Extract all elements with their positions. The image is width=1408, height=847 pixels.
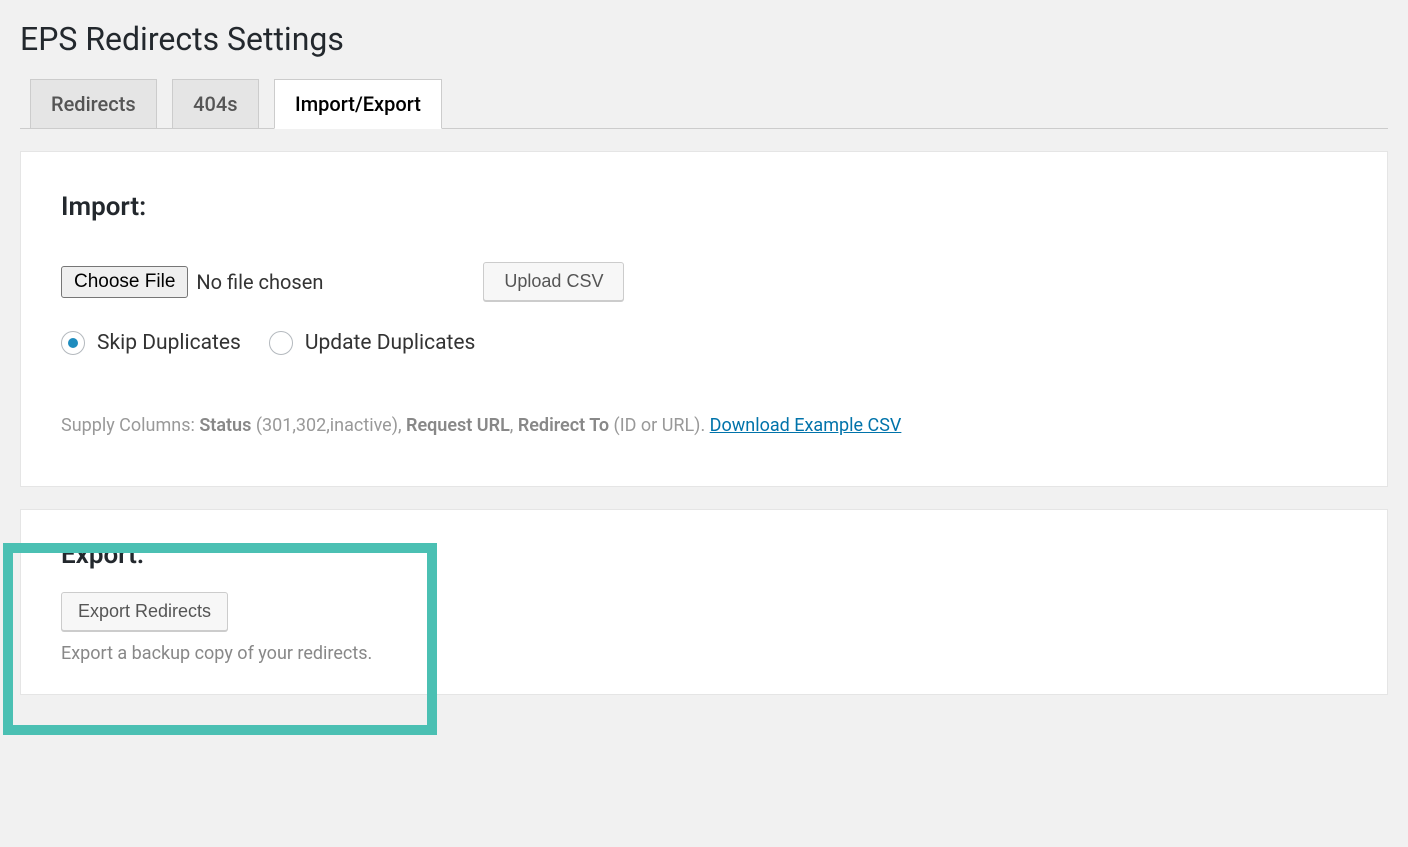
choose-file-button[interactable]: Choose File: [61, 266, 188, 298]
tab-404s[interactable]: 404s: [172, 79, 258, 128]
update-duplicates-radio[interactable]: Update Duplicates: [269, 331, 476, 355]
sep: ,: [510, 415, 518, 436]
update-duplicates-label: Update Duplicates: [305, 331, 476, 355]
col-request: Request URL: [406, 415, 510, 436]
file-chosen-status: No file chosen: [196, 270, 323, 294]
duplicates-options: Skip Duplicates Update Duplicates: [61, 331, 1347, 355]
upload-csv-button[interactable]: Upload CSV: [483, 262, 624, 301]
col-status: Status: [199, 415, 251, 436]
tab-import-export[interactable]: Import/Export: [274, 79, 442, 129]
export-panel: Export: Export Redirects Export a backup…: [20, 509, 1388, 695]
col-status-vals: (301,302,inactive),: [251, 415, 406, 436]
import-panel: Import: Choose File No file chosen Uploa…: [20, 151, 1388, 487]
col-redirect: Redirect To: [518, 415, 609, 436]
import-heading: Import:: [61, 192, 1347, 222]
highlight-annotation: [3, 543, 437, 735]
tab-wrapper: Redirects 404s Import/Export: [20, 78, 1388, 129]
radio-icon: [61, 331, 85, 355]
import-help-text: Supply Columns: Status (301,302,inactive…: [61, 415, 1347, 436]
skip-duplicates-radio[interactable]: Skip Duplicates: [61, 331, 241, 355]
download-example-link[interactable]: Download Example CSV: [710, 415, 902, 436]
page-title: EPS Redirects Settings: [20, 20, 1388, 58]
export-description: Export a backup copy of your redirects.: [61, 643, 1347, 664]
export-heading: Export:: [61, 540, 1347, 570]
col-redirect-vals: (ID or URL).: [609, 415, 710, 436]
file-upload-row: Choose File No file chosen Upload CSV: [61, 262, 1347, 301]
export-redirects-button[interactable]: Export Redirects: [61, 592, 228, 631]
skip-duplicates-label: Skip Duplicates: [97, 331, 241, 355]
radio-icon: [269, 331, 293, 355]
tab-redirects[interactable]: Redirects: [30, 79, 157, 128]
help-prefix: Supply Columns:: [61, 415, 199, 436]
